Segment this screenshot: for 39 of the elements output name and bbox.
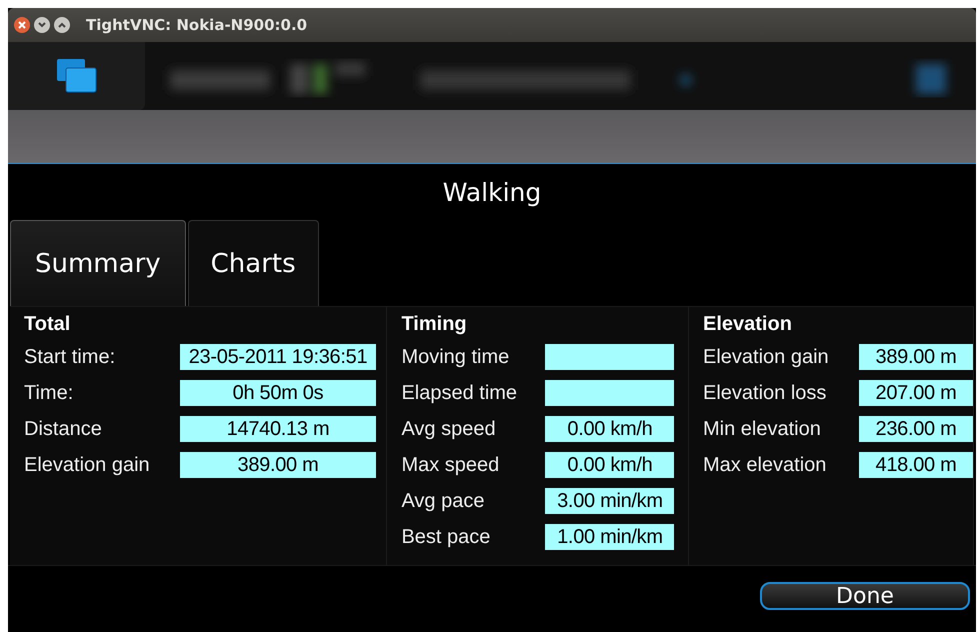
field-label: Min elevation — [703, 418, 822, 440]
minimize-icon[interactable] — [34, 17, 50, 33]
value-field: 389.00 m — [180, 452, 376, 478]
value-field: 207.00 m — [859, 380, 973, 406]
value-field: 0.00 km/h — [545, 452, 674, 478]
field-label: Moving time — [401, 346, 510, 368]
field-label: Time: — [24, 382, 74, 404]
window-title: TightVNC: Nokia-N900:0.0 — [86, 16, 308, 34]
value-field: 23-05-2011 19:36:51 — [180, 344, 376, 370]
section-heading: Timing — [401, 312, 468, 336]
tab[interactable]: Summary — [10, 220, 186, 306]
field-label: Avg speed — [401, 418, 497, 440]
value-field: 1.00 min/km — [545, 524, 674, 550]
value-field: 0.00 km/h — [545, 416, 674, 442]
field-label: Max speed — [401, 454, 500, 476]
field-label: Distance — [24, 418, 103, 440]
screen-title: Walking — [442, 176, 542, 208]
field-label: Start time: — [24, 346, 116, 368]
close-icon[interactable] — [14, 17, 30, 33]
done-button[interactable]: Done — [760, 582, 970, 610]
task-switcher-button[interactable] — [8, 42, 145, 110]
section-heading: Total — [24, 312, 72, 336]
field-label: Elapsed time — [401, 382, 518, 404]
section-heading: Elevation — [703, 312, 793, 336]
field-label: Avg pace — [401, 490, 486, 512]
value-field: 236.00 m — [859, 416, 973, 442]
field-label: Max elevation — [703, 454, 828, 476]
value-field: 3.00 min/km — [545, 488, 674, 514]
maximize-icon[interactable] — [54, 17, 70, 33]
value-field: 0h 50m 0s — [180, 380, 376, 406]
value-field: 418.00 m — [859, 452, 973, 478]
field-label: Best pace — [401, 526, 492, 548]
field-label: Elevation gain — [24, 454, 151, 476]
field-label: Elevation gain — [703, 346, 830, 368]
value-field: 14740.13 m — [180, 416, 376, 442]
tab[interactable]: Charts — [188, 220, 319, 306]
value-field: 389.00 m — [859, 344, 973, 370]
windows-icon — [56, 59, 96, 93]
field-label: Elevation loss — [703, 382, 828, 404]
